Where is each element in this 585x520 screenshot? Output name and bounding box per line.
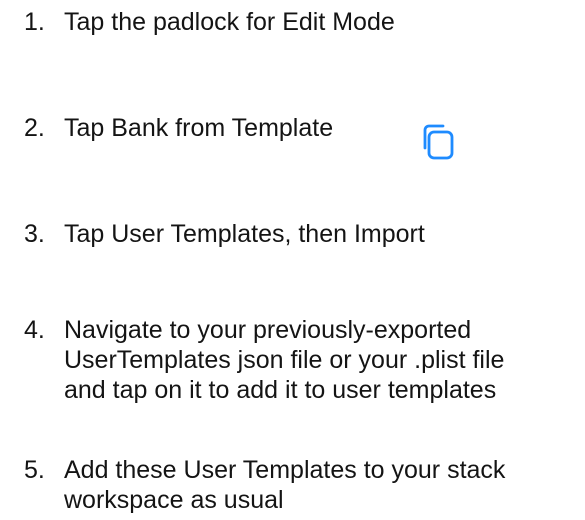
step-text-line: UserTemplates json file or your .plist f… bbox=[64, 346, 505, 374]
step-text: Navigate to your previously-exported Use… bbox=[64, 315, 504, 405]
step-text-line: Tap Bank from Template bbox=[64, 114, 334, 142]
step-text-line: Tap User Templates, then Import bbox=[64, 220, 425, 248]
step-number: 1. bbox=[24, 8, 45, 36]
step-number: 5. bbox=[24, 456, 45, 484]
step-text-line: workspace as usual bbox=[64, 486, 284, 514]
instruction-step-1: 1. Tap the padlock for Edit Mode bbox=[24, 7, 395, 37]
instruction-step-5: 5. Add these User Templates to your stac… bbox=[24, 455, 505, 515]
step-text-line: and tap on it to add it to user template… bbox=[64, 376, 497, 404]
step-text: Tap the padlock for Edit Mode bbox=[64, 7, 395, 37]
step-text: Tap Bank from Template bbox=[64, 113, 333, 143]
instruction-step-3: 3. Tap User Templates, then Import bbox=[24, 219, 425, 249]
instruction-step-2: 2. Tap Bank from Template bbox=[24, 113, 333, 143]
instruction-step-4: 4. Navigate to your previously-exported … bbox=[24, 315, 504, 405]
step-number: 2. bbox=[24, 114, 45, 142]
step-number: 3. bbox=[24, 220, 45, 248]
step-text: Add these User Templates to your stack w… bbox=[64, 455, 505, 515]
step-text-line: Add these User Templates to your stack bbox=[64, 456, 506, 484]
step-text-line: Navigate to your previously-exported bbox=[64, 316, 472, 344]
step-number: 4. bbox=[24, 316, 45, 344]
step-text-line: Tap the padlock for Edit Mode bbox=[64, 8, 395, 36]
copy-icon bbox=[423, 124, 454, 160]
step-text: Tap User Templates, then Import bbox=[64, 219, 425, 249]
